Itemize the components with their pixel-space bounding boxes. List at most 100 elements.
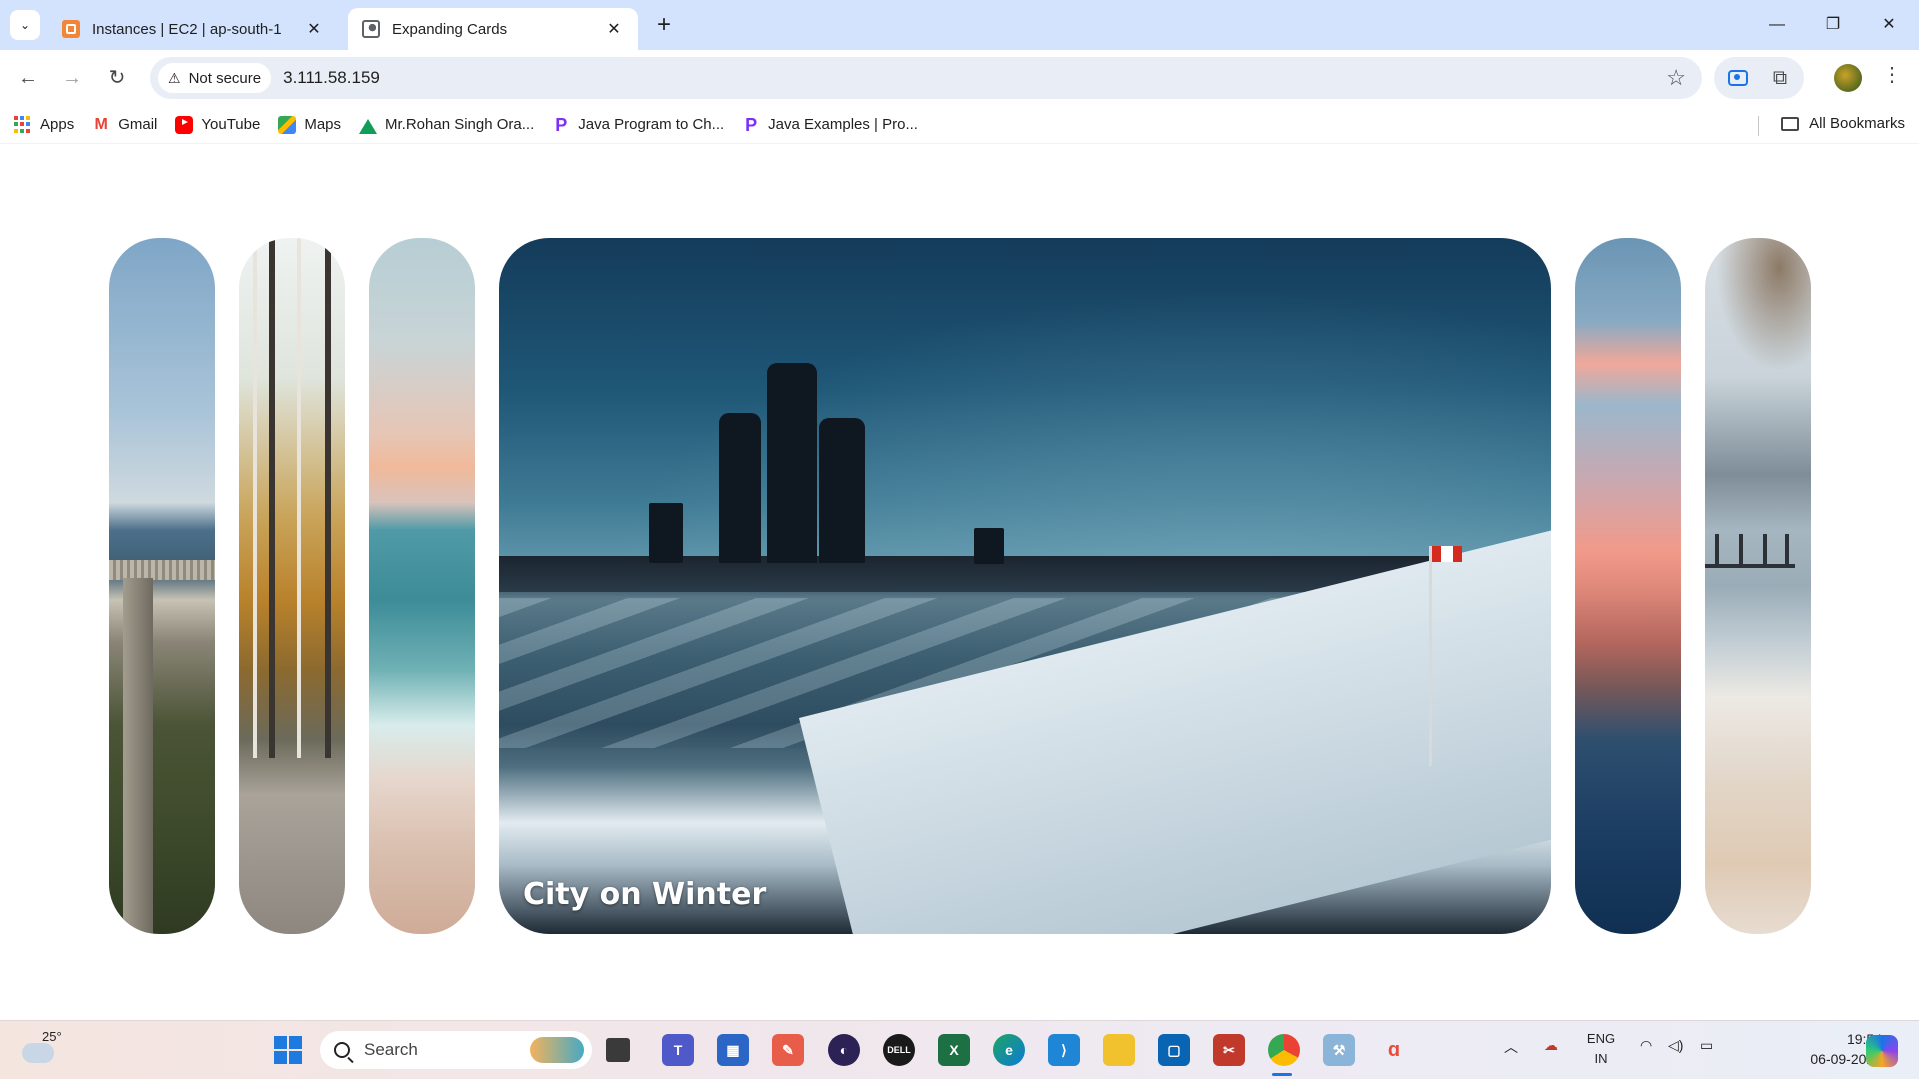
cloud-icon — [22, 1043, 54, 1063]
bookmark-label: Gmail — [118, 116, 158, 133]
puzzle-icon: ⧉ — [1772, 66, 1788, 89]
card-panel-winter-city[interactable]: City on Winter — [499, 238, 1551, 934]
bookmark-label: YouTube — [201, 116, 261, 133]
paint-icon[interactable]: ✎ — [772, 1034, 804, 1066]
security-label: Not secure — [188, 69, 262, 87]
skyscraper — [719, 413, 761, 563]
wifi-icon[interactable]: ◠ — [1640, 1037, 1652, 1054]
bookmark-maps[interactable]: Maps — [278, 115, 341, 134]
task-view-icon[interactable] — [606, 1038, 630, 1062]
all-bookmarks-label: All Bookmarks — [1809, 115, 1905, 132]
restore-button[interactable]: ❐ — [1808, 8, 1858, 42]
onedrive-status-icon[interactable]: ☁ — [1544, 1037, 1558, 1054]
aws-icon — [62, 20, 80, 38]
tab-expanding-cards[interactable]: Expanding Cards ✕ — [348, 8, 638, 50]
tree-trunk — [297, 238, 301, 758]
card-panel-beach[interactable] — [369, 238, 475, 934]
tree-trunk — [269, 238, 275, 758]
eclipse-icon[interactable]: ◐ — [828, 1034, 860, 1066]
snip-icon[interactable]: ✂ — [1213, 1034, 1245, 1066]
address-bar[interactable]: ⚠ Not secure 3.111.58.159 ☆ — [150, 57, 1702, 99]
apps-grid-icon — [14, 115, 32, 134]
reload-icon[interactable]: ↻ — [101, 62, 133, 94]
bookmark-label: Mr.Rohan Singh Ora... — [385, 116, 535, 133]
close-tab-icon[interactable]: ✕ — [604, 19, 624, 39]
browser-toolbar: ← → ↻ ⚠ Not secure 3.111.58.159 ☆ ⧉ ⋮ — [0, 50, 1919, 106]
tab-search-button[interactable]: ⌄ — [10, 10, 40, 40]
edge-icon[interactable]: e — [993, 1034, 1025, 1066]
tree-trunk — [253, 238, 257, 758]
card-panel-mountains[interactable] — [1575, 238, 1681, 934]
all-bookmarks-button[interactable]: All Bookmarks — [1781, 115, 1905, 132]
app-icon[interactable]: ɑ — [1378, 1034, 1410, 1066]
bookmark-apps[interactable]: Apps — [14, 115, 75, 134]
language-line1: ENG — [1586, 1031, 1616, 1046]
volume-icon[interactable]: ◁) — [1668, 1037, 1683, 1054]
warning-triangle-icon: ⚠ — [168, 69, 181, 86]
dell-icon[interactable]: DELL — [883, 1034, 915, 1066]
battery-icon[interactable]: ▭ — [1700, 1037, 1713, 1054]
active-app-indicator — [1272, 1073, 1292, 1076]
tools-icon[interactable]: ⚒ — [1323, 1034, 1355, 1066]
language-indicator[interactable]: ENG IN — [1584, 1029, 1618, 1069]
browser-window: ⌄ Instances | EC2 | ap-south-1 ✕ Expandi… — [0, 0, 1919, 1079]
start-button[interactable] — [272, 1034, 304, 1066]
folder-icon[interactable] — [1103, 1034, 1135, 1066]
building — [649, 503, 683, 563]
bookmark-java-examples[interactable]: P Java Examples | Pro... — [742, 116, 918, 134]
tray-chevron-icon[interactable]: ︿ — [1504, 1037, 1518, 1057]
excel-icon[interactable]: X — [938, 1034, 970, 1066]
search-icon — [334, 1042, 350, 1058]
java-site-icon: P — [745, 114, 758, 135]
language-line2: IN — [1594, 1051, 1608, 1066]
extensions-button[interactable]: ⧉ — [1762, 60, 1798, 96]
new-tab-button[interactable]: + — [650, 12, 678, 40]
screen-capture-button[interactable] — [1720, 60, 1756, 96]
building — [974, 528, 1004, 564]
bookmark-drive[interactable]: Mr.Rohan Singh Ora... — [359, 116, 534, 134]
url-text[interactable]: 3.111.58.159 — [283, 68, 380, 88]
bookmark-gmail[interactable]: M Gmail — [92, 116, 158, 134]
bookmark-star-icon[interactable]: ☆ — [1666, 65, 1686, 91]
google-drive-icon — [359, 116, 378, 134]
store-icon[interactable]: ▦ — [717, 1034, 749, 1066]
tab-strip: ⌄ Instances | EC2 | ap-south-1 ✕ Expandi… — [0, 0, 1919, 50]
globe-icon — [362, 20, 380, 38]
wooden-dock — [1705, 528, 1795, 568]
close-tab-icon[interactable]: ✕ — [304, 19, 324, 39]
more-menu-icon[interactable]: ⋮ — [1880, 62, 1904, 87]
security-chip[interactable]: ⚠ Not secure — [158, 63, 272, 93]
profile-avatar[interactable] — [1834, 64, 1862, 92]
card-panel-forest[interactable] — [239, 238, 345, 934]
close-window-button[interactable]: ✕ — [1864, 8, 1914, 42]
taskbar-search[interactable]: Search — [320, 1031, 592, 1069]
flagpole — [1429, 546, 1432, 766]
tab-ec2-instances[interactable]: Instances | EC2 | ap-south-1 ✕ — [48, 8, 338, 50]
youtube-icon — [175, 115, 194, 134]
panel-caption: City on Winter — [523, 877, 767, 912]
search-placeholder: Search — [364, 1040, 418, 1059]
bookmark-youtube[interactable]: YouTube — [175, 115, 261, 134]
chevron-down-icon: ⌄ — [19, 18, 31, 32]
tab-title: Instances | EC2 | ap-south-1 — [92, 20, 282, 38]
copilot-icon[interactable] — [1866, 1035, 1898, 1067]
skyscraper — [819, 418, 865, 563]
vscode-icon[interactable]: ⟩ — [1048, 1034, 1080, 1066]
bookmark-java-program[interactable]: P Java Program to Ch... — [552, 116, 724, 134]
weather-temp: 25° — [42, 1029, 62, 1044]
tab-title: Expanding Cards — [392, 20, 508, 38]
camera-icon — [1728, 70, 1748, 86]
window-icon[interactable]: ▢ — [1158, 1034, 1190, 1066]
bookmark-label: Apps — [40, 116, 75, 133]
minimize-button[interactable]: — — [1752, 8, 1802, 42]
forward-arrow-icon[interactable]: → — [56, 62, 88, 94]
back-arrow-icon[interactable]: ← — [12, 62, 44, 94]
card-panel-lake-dock[interactable] — [1705, 238, 1811, 934]
page-content: City on Winter — [0, 144, 1919, 1020]
folder-icon — [1781, 116, 1800, 131]
teams-icon[interactable]: T — [662, 1034, 694, 1066]
card-panel-bridge[interactable] — [109, 238, 215, 934]
bookmark-label: Java Program to Ch... — [578, 116, 725, 133]
weather-widget[interactable]: 25° — [22, 1029, 64, 1071]
chrome-icon[interactable] — [1268, 1034, 1300, 1066]
